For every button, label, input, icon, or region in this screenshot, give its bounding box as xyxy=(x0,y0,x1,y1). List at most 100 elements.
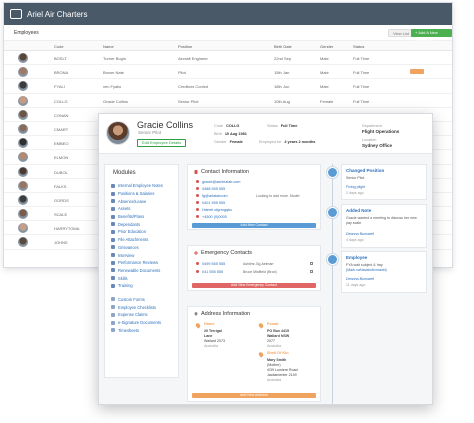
add-employee-button[interactable]: + Add A New Employee xyxy=(411,29,452,43)
add-address-button[interactable]: Add New Address xyxy=(192,393,316,398)
timeline-card-author[interactable]: Deanna Bunswell xyxy=(346,277,374,281)
module-icon xyxy=(111,283,115,288)
avatar xyxy=(18,53,28,63)
timeline-note-icon xyxy=(327,207,338,218)
add-emergency-contact-button[interactable]: Add New Emergency Contact xyxy=(192,283,316,288)
location-pin-icon xyxy=(194,312,198,316)
module-icon xyxy=(111,253,115,258)
cell-position: Aircraft Engineer xyxy=(178,56,208,61)
timeline-card-title: Changed Position xyxy=(346,168,385,173)
timeline-card[interactable]: Added Note Gracie wanted a meeting to di… xyxy=(341,204,427,248)
module-item[interactable]: e-Signature Documents xyxy=(111,319,163,327)
address-panel: Address Information Home 20 Terrigal Lan… xyxy=(187,306,321,402)
module-item[interactable]: File Attachments xyxy=(111,236,163,244)
email-icon xyxy=(196,194,199,197)
module-label: Expense Claims xyxy=(118,312,148,318)
timeline-card[interactable]: Employee FYA wait subject & fray (Mark.v… xyxy=(341,251,427,293)
module-label: Prior Education xyxy=(118,229,146,235)
module-item[interactable]: Prior Education xyxy=(111,228,163,236)
emergency-row-2-note: Bruce Miidfield (Brod) xyxy=(243,270,277,274)
module-item[interactable]: Skills xyxy=(111,274,163,282)
module-icon xyxy=(111,305,115,310)
add-contact-button[interactable]: Add New Contact xyxy=(192,223,316,228)
employed-field: Employed for 4 years 2 months xyxy=(259,140,316,144)
module-item[interactable]: Expense Claims xyxy=(111,311,163,319)
emergency-row-1-checkbox[interactable] xyxy=(310,262,313,265)
module-item[interactable]: Positions & Salaries xyxy=(111,190,163,198)
col-name[interactable]: Name xyxy=(103,44,114,49)
contact-phone-row[interactable]: 0488 555 555 xyxy=(196,186,225,191)
gender-field: Gender Female xyxy=(214,140,243,144)
code-field: Code COLLG xyxy=(214,124,240,128)
other-line: Australia xyxy=(267,378,281,382)
module-item[interactable]: Interview xyxy=(111,251,163,259)
contact-email-row[interactable]: gracie@ashirialair.com xyxy=(196,179,240,184)
module-icon xyxy=(111,268,115,273)
module-icon xyxy=(111,199,115,204)
module-item[interactable]: Custom Forms xyxy=(111,296,163,304)
timeline-card[interactable]: Changed Position Senior Pilot Fixing pli… xyxy=(341,164,427,200)
module-label: Custom Forms xyxy=(118,296,145,302)
module-item[interactable]: Absence/Leave xyxy=(111,197,163,205)
timeline-edit-icon xyxy=(327,167,338,178)
location-value: Sydney Office xyxy=(362,143,393,148)
contact-extra-row[interactable]: +4500 (0)0000 xyxy=(196,214,227,219)
module-label: Renewable Documents xyxy=(118,267,161,273)
timeline-card-link[interactable]: Fixing plight xyxy=(346,185,365,189)
module-item[interactable]: Employee Checklists xyxy=(111,303,163,311)
emergency-row-2-checkbox[interactable] xyxy=(310,270,313,273)
contact-work-email-row[interactable]: fg@arialaircom xyxy=(196,193,228,198)
cell-status: Full Time xyxy=(353,70,370,76)
module-item[interactable]: Renewable Documents xyxy=(111,267,163,275)
cell-gender: Male xyxy=(320,84,329,90)
avatar xyxy=(18,209,28,220)
table-row[interactable]: COLLG Gracie Collins Senior Pilot 10th Aug F… xyxy=(4,94,452,108)
col-position[interactable]: Position xyxy=(178,44,192,49)
module-item[interactable]: Grievances xyxy=(111,244,163,252)
home-line: Wallard 2073 xyxy=(204,339,226,343)
module-item[interactable]: Timesheets xyxy=(111,326,163,334)
contact-address-row[interactable]: Hdemt ofgrmgqbc xyxy=(196,207,232,212)
emergency-title: Emergency Contacts xyxy=(194,250,252,256)
module-item[interactable]: Benefits/Plans xyxy=(111,213,163,221)
emergency-row-1[interactable]: 0499 555 555 xyxy=(196,261,225,266)
app-header: Ariel Air Charters xyxy=(4,3,452,25)
home-line: 20 Terrigal xyxy=(204,329,222,333)
cell-status: Full Time xyxy=(353,84,370,90)
avatar xyxy=(18,223,28,234)
module-item[interactable]: Assets xyxy=(111,205,163,213)
edit-employee-button[interactable]: Edit Employee Details xyxy=(137,139,187,147)
col-birth-date[interactable]: Birth Date xyxy=(274,44,292,49)
contact-work-note: Looking to add more. Model xyxy=(256,194,300,198)
module-label: e-Signature Documents xyxy=(118,320,162,326)
table-row[interactable]: BRONA Brown Nate Pilot 15th Jan Male Full Tim… xyxy=(4,65,452,80)
status-field: Status Full Time xyxy=(267,124,298,128)
emergency-row-2[interactable]: 041 555 555 xyxy=(196,269,223,274)
module-item[interactable]: Training xyxy=(111,282,163,290)
other-line: Mary Smith xyxy=(267,358,287,362)
home-pin-icon xyxy=(194,322,202,329)
timeline-card-author[interactable]: Deanna Bunswell xyxy=(346,232,374,236)
status-badge xyxy=(410,69,424,75)
postal-line: PO Box 4415 xyxy=(267,329,289,333)
timeline-card-text: FYA wait subject & fray xyxy=(346,263,383,267)
col-gender[interactable]: Gender xyxy=(320,44,333,49)
table-row[interactable]: BOSLT Turner Bogin Aircraft Engineer 22nd S… xyxy=(4,51,452,66)
col-status[interactable]: Status xyxy=(353,44,364,49)
module-label: Skills xyxy=(118,275,128,281)
cross-icon xyxy=(194,251,198,255)
module-item[interactable]: Performance Reviews xyxy=(111,259,163,267)
contact-mobile-row[interactable]: 0401 555 555 xyxy=(196,200,225,205)
timeline-card-link[interactable]: (Mark.vaNavabotivmankl) xyxy=(346,268,387,272)
cell-birth: 10th Aug xyxy=(274,98,290,104)
module-item[interactable]: Internal Employee Notes xyxy=(111,182,163,190)
postal-tag: Postal xyxy=(267,322,279,326)
timeline-card-time: 11 days ago xyxy=(346,283,366,287)
avatar xyxy=(18,67,28,78)
col-code[interactable]: Code xyxy=(54,44,64,49)
module-item[interactable]: Dependants xyxy=(111,220,163,228)
phone-icon xyxy=(196,201,199,204)
phone-icon xyxy=(196,215,199,218)
table-row[interactable]: FYALI ven Fyalio Creditors Control 18th Jun… xyxy=(4,79,452,94)
cell-name: ven Fyalio xyxy=(103,84,122,90)
